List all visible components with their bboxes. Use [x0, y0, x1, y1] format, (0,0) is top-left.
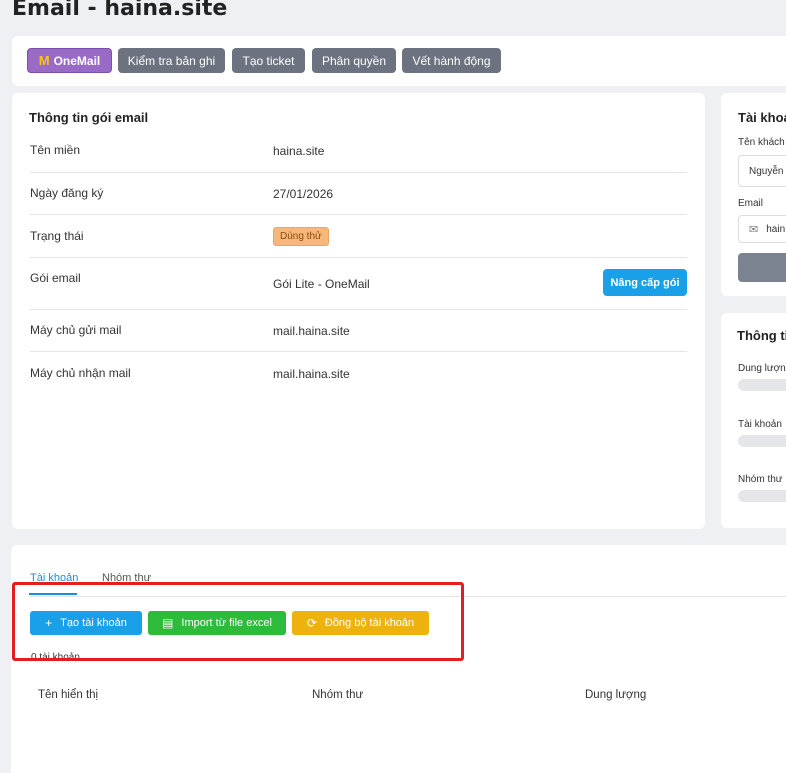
divider: [30, 257, 687, 258]
customer-name-label: Tên khách h: [738, 137, 786, 148]
card-title: Thông tin gói email: [29, 110, 149, 125]
divider: [30, 214, 687, 215]
onemail-label: OneMail: [53, 53, 101, 68]
check-logs-button[interactable]: Kiểm tra bản ghi: [118, 48, 225, 73]
groups-stat-label: Nhóm thư: [738, 474, 783, 485]
page-title: Email - haina.site: [12, 0, 228, 21]
divider: [30, 351, 687, 352]
sync-accounts-button[interactable]: ⟳ Đồng bộ tài khoản: [292, 611, 429, 635]
email-label: Email: [738, 198, 764, 209]
plus-icon: +: [45, 616, 53, 630]
import-excel-button[interactable]: ▤ Import từ file excel: [148, 611, 286, 635]
import-excel-label: Import từ file excel: [181, 617, 272, 629]
excel-file-icon: ▤: [162, 616, 174, 630]
groups-bar: [738, 490, 786, 502]
onemail-logo-icon: M: [38, 53, 50, 68]
column-header-capacity: Dung lượng: [585, 689, 647, 701]
action-trace-button[interactable]: Vết hành động: [402, 48, 501, 73]
email-field[interactable]: ✉ hain: [738, 215, 786, 243]
tab-divider: [29, 596, 786, 597]
accounts-section: Tài khoản Nhóm thư + Tạo tài khoản ▤ Imp…: [11, 545, 786, 773]
sync-accounts-label: Đồng bộ tài khoản: [324, 617, 415, 629]
account-count: 0 tài khoản: [31, 652, 80, 663]
domain-label: Tên miền: [30, 143, 81, 157]
status-badge: Dùng thử: [273, 227, 329, 246]
package-value: Gói Lite - OneMail: [273, 277, 370, 291]
incoming-server-label: Máy chủ nhận mail: [30, 366, 131, 380]
divider: [30, 172, 687, 173]
create-account-label: Tạo tài khoản: [60, 617, 127, 629]
column-header-display-name: Tên hiển thị: [38, 689, 99, 701]
stats-card-title: Thông ti: [737, 328, 786, 343]
sync-icon: ⟳: [306, 616, 317, 630]
account-card: Tài khoả Tên khách h Nguyễn . Email ✉ ha…: [721, 93, 786, 296]
register-date-label: Ngày đăng ký: [30, 186, 104, 200]
package-label: Gói email: [30, 271, 81, 285]
capacity-label: Dung lượng: [738, 363, 786, 374]
incoming-server-value: mail.haina.site: [273, 367, 350, 381]
register-date-value: 27/01/2026: [273, 187, 334, 201]
tab-accounts[interactable]: Tài khoản: [30, 572, 78, 584]
accounts-stat-label: Tài khoản: [738, 419, 782, 430]
permission-button[interactable]: Phân quyền: [312, 48, 396, 73]
customer-name-field[interactable]: Nguyễn .: [738, 155, 786, 187]
outgoing-server-value: mail.haina.site: [273, 324, 350, 338]
column-header-mail-group: Nhóm thư: [312, 689, 364, 701]
mail-icon: ✉: [749, 223, 759, 236]
create-account-button[interactable]: + Tạo tài khoản: [30, 611, 142, 635]
account-action-button[interactable]: [738, 253, 786, 282]
active-tab-indicator: [29, 593, 77, 595]
upgrade-package-button[interactable]: Nâng cấp gói: [603, 269, 687, 296]
tab-mail-groups[interactable]: Nhóm thư: [102, 572, 151, 584]
email-value: hain: [766, 223, 786, 235]
status-label: Trạng thái: [30, 229, 84, 243]
create-ticket-button[interactable]: Tạo ticket: [232, 48, 305, 73]
onemail-button[interactable]: M OneMail: [27, 48, 112, 73]
email-package-card: Thông tin gói email Tên miền haina.site …: [12, 93, 705, 529]
accounts-bar: [738, 435, 786, 447]
outgoing-server-label: Máy chủ gửi mail: [30, 323, 122, 337]
capacity-bar: [738, 379, 786, 391]
domain-value: haina.site: [273, 144, 325, 158]
account-card-title: Tài khoả: [738, 110, 786, 125]
toolbar: M OneMail Kiểm tra bản ghi Tạo ticket Ph…: [12, 36, 786, 86]
stats-card: Thông ti Dung lượng Tài khoản Nhóm thư: [721, 313, 786, 528]
divider: [30, 309, 687, 310]
